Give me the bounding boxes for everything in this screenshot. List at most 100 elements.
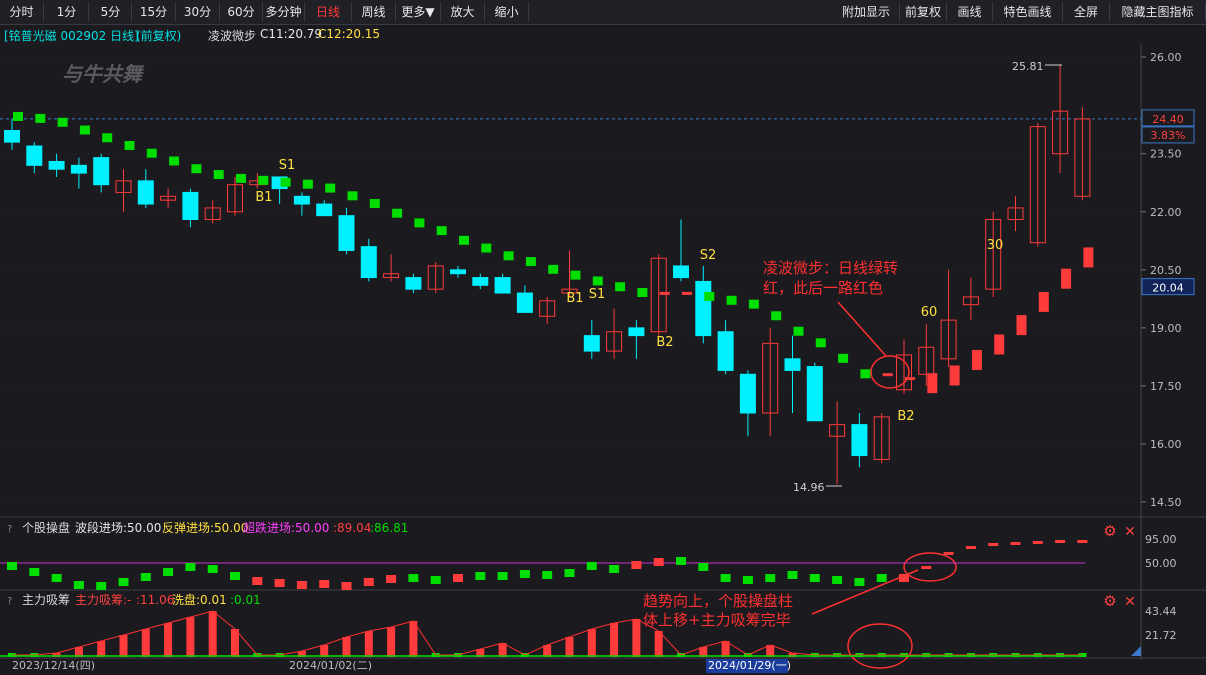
background [0, 24, 1206, 675]
lbwb-mark [771, 311, 782, 321]
panel2-bar [140, 573, 151, 581]
toolbar-right-btn-4[interactable]: 全屏 [1063, 2, 1110, 22]
candle-body [182, 191, 199, 221]
panel3-bar [320, 645, 329, 657]
panel2-bar [1055, 540, 1066, 543]
signal-60-7: 60 [921, 305, 938, 320]
panel2-bar [363, 578, 374, 586]
lbwb-mark [191, 164, 202, 174]
date-1: 2024/01/02(二) [289, 659, 372, 672]
lbwb-mark [213, 170, 224, 180]
panel2-bar [1010, 542, 1021, 545]
period-toolbar: 分时 1分 5分 15分 30分 60分 多分钟 日线 周线 更多▼ 放大 缩小 附加显示 前复权 画线 特色… [0, 0, 1206, 25]
note1-line2: 红，此后一路红色 [763, 279, 883, 297]
panel3-bar [231, 629, 239, 657]
panel2-bar [742, 576, 753, 584]
toolbar-btn-0[interactable]: 分时 [0, 2, 44, 22]
panel2-bar [854, 578, 865, 586]
panel2-bar [1032, 541, 1043, 544]
toolbar-btn-2[interactable]: 5分 [90, 2, 132, 22]
panel2-close-icon: ✕ [1124, 524, 1136, 540]
panel2-tick-1: 50.00 [1145, 557, 1177, 570]
candle-body [583, 335, 600, 352]
panel3-bar [409, 621, 418, 657]
kline-chart[interactable]: 26.00 23.50 22.00 20.50 19.00 17.50 16.00 14.50… [0, 0, 1206, 675]
price-tick-0: 26.00 [1150, 51, 1182, 64]
lbwb-mark [414, 218, 425, 228]
lbwb-mark [1083, 247, 1094, 268]
panel3-bar [721, 641, 730, 657]
price-tick-2: 22.00 [1150, 206, 1182, 219]
signal-b2-6: B2 [897, 409, 914, 424]
panel2-bar [564, 569, 575, 577]
lbwb-mark [13, 111, 23, 121]
lbwb-mark [392, 208, 403, 218]
signal-b1-2: B1 [566, 291, 583, 306]
panel2-bar [965, 546, 976, 549]
lbwb-mark [637, 288, 648, 298]
panel2-bar [296, 581, 307, 589]
candle-body [70, 164, 87, 174]
candle-body [4, 130, 20, 143]
panel2-bar [876, 574, 887, 582]
candle-body [137, 180, 154, 205]
panel2-bar [430, 576, 441, 584]
lbwb-mark [79, 125, 90, 135]
panel2-l5: :86.81 [370, 521, 408, 535]
panel3-bar [632, 619, 641, 657]
lbwb-mark [659, 291, 670, 295]
lbwb-mark [369, 199, 380, 209]
panel3-bar [141, 629, 150, 657]
panel3-l3: 洗盘:0.01 [172, 592, 227, 607]
panel2-bar [676, 557, 686, 565]
toolbar-btn-8[interactable]: 周线 [352, 2, 396, 22]
toolbar-btn-10[interactable]: 放大 [441, 2, 485, 22]
toolbar-btn-11[interactable]: 缩小 [485, 2, 529, 22]
indicator-name[interactable]: 凌波微步 [208, 27, 256, 44]
toolbar-btn-9[interactable]: 更多▼ [396, 2, 441, 22]
signal-b1-0: B1 [255, 190, 272, 205]
toolbar-right-btn-0[interactable]: 附加显示 [833, 2, 900, 22]
signal-b2-4: B2 [656, 335, 673, 350]
lbwb-mark [347, 191, 358, 201]
candle-body [48, 160, 65, 170]
candle-body [516, 292, 533, 313]
panel2-bar [899, 574, 909, 582]
note1-line1: 凌波微步：日线绿转 [763, 259, 898, 277]
toolbar-right-btn-5[interactable]: 隐藏主图指标 [1110, 2, 1206, 22]
panel2-bar [118, 578, 129, 586]
toolbar-btn-4[interactable]: 30分 [176, 2, 220, 22]
panel2-bar [519, 570, 530, 578]
toolbar-right-btn-3[interactable]: 特色画线 [993, 2, 1063, 22]
candle-body [494, 277, 511, 294]
toolbar-btn-6[interactable]: 多分钟 [263, 2, 305, 22]
lbwb-mark [459, 235, 469, 245]
candle-body [93, 157, 110, 186]
stock-title: [铭普光磁 002902 日线] [4, 29, 139, 43]
panel2-bar [809, 574, 820, 582]
toolbar-btn-7[interactable]: 日线 [305, 2, 352, 22]
lbwb-mark [570, 270, 581, 280]
lbwb-mark [971, 349, 982, 370]
date-0: 2023/12/14(四) [12, 659, 95, 672]
panel2-bar [609, 565, 620, 573]
lbwb-mark [1061, 268, 1072, 289]
lbwb-mark [682, 291, 692, 295]
candle-body [628, 327, 645, 337]
lbwb-mark [592, 276, 603, 286]
toolbar-btn-3[interactable]: 15分 [132, 2, 176, 22]
price-tick-4: 19.00 [1150, 322, 1182, 335]
panel2-bar [832, 576, 843, 584]
pct-tag: 3.83% [1151, 129, 1186, 142]
toolbar-right-btn-1[interactable]: 前复权 [900, 2, 947, 22]
adjust-mode[interactable]: (前复权) [136, 27, 181, 44]
panel2-bar [475, 572, 486, 580]
panel3-bar [97, 641, 106, 657]
panel2-help-icon: ? [7, 524, 12, 535]
toolbar-right-btn-2[interactable]: 画线 [947, 2, 993, 22]
box-tag: 20.04 [1152, 282, 1184, 295]
toolbar-btn-5[interactable]: 60分 [220, 2, 263, 22]
panel2-tick-0: 95.00 [1145, 533, 1177, 546]
lbwb-mark [815, 338, 826, 348]
toolbar-btn-1[interactable]: 1分 [45, 2, 89, 22]
